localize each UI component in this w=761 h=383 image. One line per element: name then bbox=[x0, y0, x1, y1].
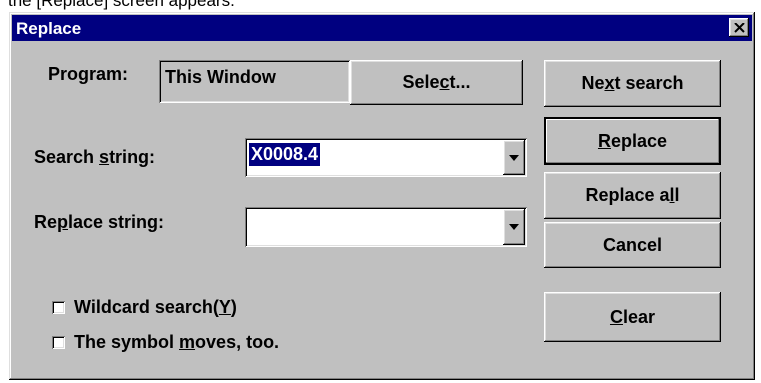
replace-string-combobox[interactable] bbox=[245, 207, 527, 247]
symbol-moves-label: The symbol moves, too. bbox=[74, 332, 280, 352]
program-value: This Window bbox=[165, 67, 276, 87]
select-button[interactable]: Select... bbox=[350, 60, 523, 105]
wildcard-search-option[interactable]: Wildcard search(Y) bbox=[52, 297, 237, 318]
title-bar: Replace bbox=[12, 15, 752, 41]
wildcard-search-label: Wildcard search(Y) bbox=[74, 297, 237, 317]
program-label: Program: bbox=[48, 64, 129, 84]
chevron-down-icon bbox=[509, 224, 519, 230]
replace-button[interactable]: Replace bbox=[544, 117, 721, 165]
replace-dropdown-button[interactable] bbox=[503, 209, 525, 245]
close-icon bbox=[733, 22, 745, 33]
symbol-moves-checkbox[interactable] bbox=[52, 336, 65, 349]
cancel-button[interactable]: Cancel bbox=[544, 222, 721, 268]
program-field: This Window bbox=[159, 60, 350, 103]
replace-string-label: Replace string: bbox=[34, 212, 165, 232]
search-string-value[interactable]: X0008.4 bbox=[249, 143, 321, 166]
search-string-label: Search string: bbox=[34, 147, 156, 167]
wildcard-search-checkbox[interactable] bbox=[52, 301, 65, 314]
next-search-button[interactable]: Next search bbox=[544, 60, 721, 107]
chevron-down-icon bbox=[509, 154, 519, 161]
document-caption-fragment: the [Replace] screen appears. bbox=[0, 0, 761, 12]
search-string-combobox[interactable]: X0008.4 bbox=[245, 138, 527, 177]
search-dropdown-button[interactable] bbox=[503, 140, 525, 175]
window-title: Replace bbox=[16, 19, 82, 38]
clear-button[interactable]: Clear bbox=[544, 292, 721, 342]
replace-all-button[interactable]: Replace all bbox=[544, 172, 721, 219]
close-button[interactable] bbox=[729, 18, 749, 37]
symbol-moves-option[interactable]: The symbol moves, too. bbox=[52, 332, 279, 353]
